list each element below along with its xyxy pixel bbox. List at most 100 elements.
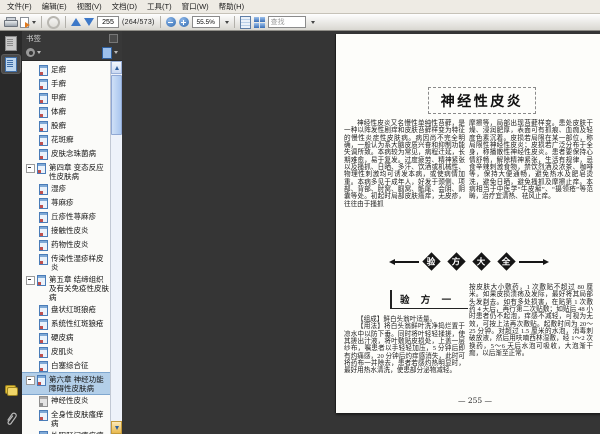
tab-comments[interactable] [2, 381, 20, 399]
menu-tools[interactable]: 工具(T) [142, 0, 177, 13]
recipe-column-right: 按皮肤大小敷药，1 次敷贴不超过 80 厘米。如果皮损溃疡及发际，最好将其局部头… [469, 284, 593, 358]
scroll-mode-button[interactable] [239, 15, 251, 29]
bookmark-item[interactable]: 荨麻疹 [22, 196, 110, 210]
arrow-down-icon [84, 18, 94, 26]
bookmarks-tree: 足癣 手癣 甲癣 体癣 股癣 花斑癣 皮肤念珠菌病 第四章 变态反应性皮肤病 湿… [22, 61, 110, 434]
bookmark-chapter[interactable]: 第四章 变态反应性皮肤病 [22, 161, 110, 182]
expand-current-bookmark-button[interactable] [102, 46, 118, 60]
toolbar-separator [65, 16, 66, 28]
bookmark-icon [39, 225, 48, 237]
next-page-button[interactable] [84, 15, 94, 29]
zoom-out-icon [165, 17, 176, 27]
search-input[interactable] [267, 16, 306, 28]
bookmark-item[interactable]: 湿疹 [22, 182, 110, 196]
fullscreen-button[interactable] [253, 15, 265, 29]
tree-scrollbar[interactable] [110, 61, 122, 434]
zoom-in-button[interactable] [178, 15, 189, 29]
document-page: 神经性皮炎 神经性皮炎又名慢性单纯性苔藓，是一种以阵发性剧痒和皮肤苔藓样变为特征… [336, 34, 600, 413]
scrollbar-track[interactable] [111, 136, 122, 421]
scroll-down-button[interactable] [111, 421, 122, 434]
bookmarks-panel: 书签 足癣 手癣 甲癣 体癣 股癣 花斑癣 皮肤念珠菌病 第四章 变态反应性皮肤… [22, 31, 122, 434]
banner-diamond: 大 [472, 252, 491, 271]
tab-bookmarks[interactable] [2, 55, 20, 73]
paperclip-icon [7, 412, 17, 425]
menu-edit[interactable]: 编辑(E) [37, 0, 72, 13]
print-button[interactable] [4, 15, 18, 29]
bookmark-item-current[interactable]: 神经性皮炎 [22, 394, 110, 408]
bookmark-item[interactable]: 传染性湿疹样皮炎 [22, 252, 110, 273]
pages-icon [5, 35, 17, 51]
bookmark-item[interactable]: 花斑癣 [22, 133, 110, 147]
bookmark-item[interactable]: 皮肤念珠菌病 [22, 147, 110, 161]
recipe-heading: 验 方 一 [390, 290, 468, 309]
collapse-icon[interactable] [26, 275, 35, 285]
main-area: 书签 足癣 手癣 甲癣 体癣 股癣 花斑癣 皮肤念珠菌病 第四章 变态反应性皮肤… [0, 31, 600, 434]
section-banner: 验 方 大 全 [336, 252, 600, 271]
bookmark-icon [39, 253, 48, 265]
options-caret-icon [37, 51, 41, 54]
bookmarks-panel-toolbar [22, 45, 122, 60]
bookmark-icon [39, 120, 48, 132]
bookmark-item[interactable]: 接触性皮炎 [22, 224, 110, 238]
bookmark-item[interactable]: 全身性皮肤瘙痒病 [22, 408, 110, 429]
export-button[interactable] [19, 15, 36, 29]
bookmark-icon [39, 148, 48, 160]
zoom-caret-icon[interactable] [224, 20, 229, 24]
page-footer-number: — 255 — [457, 396, 493, 405]
blue-page-icon [102, 46, 112, 59]
bookmark-icon [39, 64, 48, 76]
tab-pages[interactable] [2, 34, 20, 52]
banner-diamond: 验 [422, 252, 441, 271]
panel-title: 书签 [26, 33, 41, 43]
bookmark-item[interactable]: 外阴肛门瘙痒病 [22, 429, 110, 434]
pdf-reader-window: 文件(F) 编辑(E) 视图(V) 文档(D) 工具(T) 窗口(W) 帮助(H… [0, 0, 600, 434]
scroll-mode-icon [239, 15, 251, 29]
bookmark-icon [39, 106, 48, 118]
scroll-up-icon [114, 65, 119, 70]
bookmark-item[interactable]: 甲癣 [22, 91, 110, 105]
page-number-input[interactable] [97, 16, 119, 28]
bookmark-item[interactable]: 皮肌炎 [22, 345, 110, 359]
zoom-out-button[interactable] [165, 15, 176, 29]
scroll-up-button[interactable] [111, 61, 122, 74]
bookmark-item[interactable]: 系统性红斑狼疮 [22, 317, 110, 331]
menu-document[interactable]: 文档(D) [107, 0, 142, 13]
bookmark-icon [37, 162, 46, 174]
bookmark-item[interactable]: 丘疹性荨麻疹 [22, 210, 110, 224]
tab-attachments[interactable] [2, 410, 20, 428]
search-caret-icon[interactable] [310, 20, 315, 24]
collapse-icon[interactable] [26, 163, 35, 173]
bookmark-item[interactable]: 手癣 [22, 77, 110, 91]
bookmark-item[interactable]: 股癣 [22, 119, 110, 133]
menu-window[interactable]: 窗口(W) [177, 0, 214, 13]
panel-menu-icon[interactable] [109, 33, 118, 43]
bookmark-item[interactable]: 盘状红斑狼疮 [22, 303, 110, 317]
bookmark-icon [39, 134, 48, 146]
previous-page-button[interactable] [71, 15, 81, 29]
disabled-circle-icon [47, 15, 60, 29]
bookmark-icon [39, 211, 48, 223]
bookmark-item[interactable]: 药物性皮炎 [22, 238, 110, 252]
bookmark-item[interactable]: 体癣 [22, 105, 110, 119]
page-count-label: (264/573) [122, 18, 155, 26]
bookmark-icon [39, 360, 48, 372]
bookmark-icon [39, 183, 48, 195]
bookmark-chapter[interactable]: 第五章 结缔组织及有关免疫性皮肤病 [22, 273, 110, 303]
menu-file[interactable]: 文件(F) [2, 0, 37, 13]
bookmark-item[interactable]: 硬皮病 [22, 331, 110, 345]
menu-help[interactable]: 帮助(H) [214, 0, 249, 13]
collapse-icon[interactable] [26, 375, 35, 385]
bookmarks-tree-wrap: 足癣 手癣 甲癣 体癣 股癣 花斑癣 皮肤念珠菌病 第四章 变态反应性皮肤病 湿… [22, 60, 122, 434]
scrollbar-thumb[interactable] [111, 75, 122, 135]
bookmark-item[interactable]: 足癣 [22, 63, 110, 77]
bookmark-chapter-selected[interactable]: 第六章 神经功能障碍性皮肤病 [22, 372, 110, 395]
bookmark-options-button[interactable] [26, 46, 41, 60]
zoom-level-select[interactable]: 55.5% [191, 16, 220, 28]
bookmark-icon [39, 318, 48, 330]
bookmark-item[interactable]: 白塞综合征 [22, 359, 110, 373]
toolbar-separator [233, 16, 235, 28]
document-pane[interactable]: 神经性皮炎 神经性皮炎又名慢性单纯性苔藓，是一种以阵发性剧痒和皮肤苔藓样变为特征… [122, 31, 600, 434]
bookmark-icon [39, 197, 48, 209]
menu-view[interactable]: 视图(V) [72, 0, 107, 13]
bookmark-icon [39, 395, 48, 407]
